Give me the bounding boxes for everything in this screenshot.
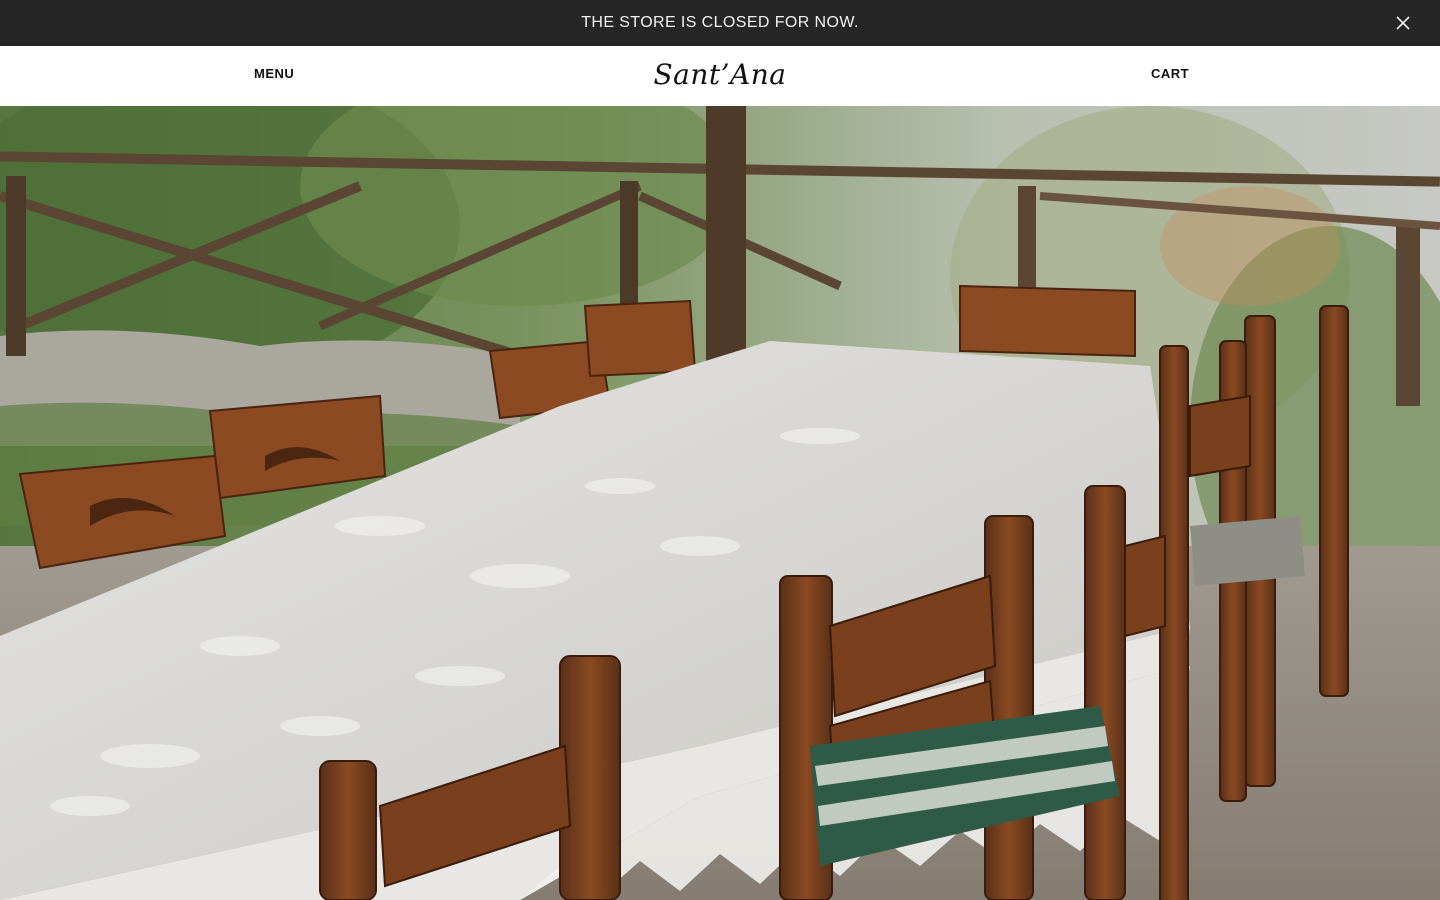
site-logo[interactable]: Sant’Ana <box>0 58 1440 91</box>
announcement-bar: THE STORE IS CLOSED FOR NOW. <box>0 0 1440 46</box>
announcement-text: THE STORE IS CLOSED FOR NOW. <box>581 14 859 31</box>
hero-image <box>0 106 1440 900</box>
close-announcement-button[interactable] <box>1392 12 1414 34</box>
site-header: MENU Sant’Ana CART <box>0 46 1440 106</box>
close-icon <box>1396 16 1410 30</box>
cart-link[interactable]: CART <box>1151 66 1189 81</box>
hero-photo <box>0 106 1440 900</box>
